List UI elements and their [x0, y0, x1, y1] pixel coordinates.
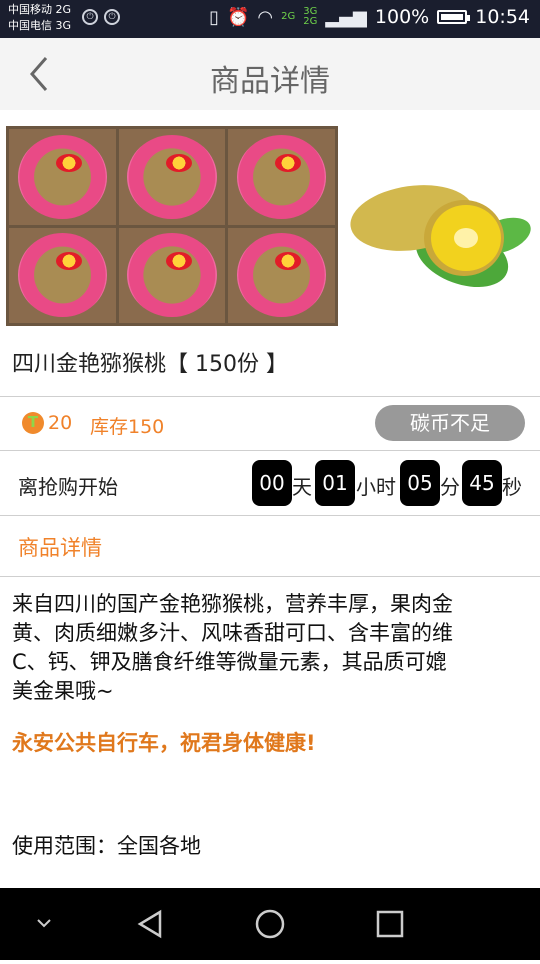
kiwi-cell — [228, 227, 335, 323]
countdown-minutes: 05 — [400, 460, 440, 506]
status-right: ▯ ⏰ ◠ 2G 3G 2G ▂▄▆ 100% 10:54 — [209, 6, 530, 28]
notification-icons: ⏻ ⏻ — [82, 9, 120, 25]
network-type-2: 3G 2G — [303, 7, 317, 27]
home-circle-icon[interactable] — [250, 888, 290, 960]
network-2g-label: 2G — [303, 16, 318, 27]
battery-icon — [437, 10, 471, 24]
kiwi-cell — [118, 227, 226, 323]
product-description: 来自四川的国产金艳猕猴桃，营养丰厚，果肉金 黄、肉质细嫩多汁、风味香甜可口、含丰… — [12, 590, 528, 706]
t-coin-icon — [22, 412, 44, 434]
product-stock: 库存150 — [90, 416, 165, 438]
carrier-info: 中国移动 2G 中国电信 3G — [8, 2, 71, 34]
carrier-2: 中国电信 3G — [8, 19, 72, 32]
description-line: 来自四川的国产金艳猕猴桃，营养丰厚，果肉金 — [12, 592, 453, 616]
product-price: 20 — [48, 412, 73, 434]
alarm-icon: ⏰ — [226, 6, 250, 28]
product-image-box[interactable] — [6, 126, 338, 326]
carrier-1: 中国移动 2G — [8, 3, 72, 16]
kiwi-cell — [118, 129, 226, 225]
divider — [0, 396, 540, 397]
countdown-second-unit: 秒 — [502, 475, 522, 499]
app-header: 商品详情 — [0, 38, 540, 110]
navigation-bar — [0, 888, 540, 960]
status-bar: 中国移动 2G 中国电信 3G ⏻ ⏻ ▯ ⏰ ◠ 2G 3G 2G ▂▄▆ 1… — [0, 0, 540, 38]
countdown-seconds: 45 — [462, 460, 502, 506]
countdown-hour-unit: 小时 — [356, 475, 396, 499]
notification-icon: ⏻ — [82, 9, 98, 25]
slogan-text: 永安公共自行车，祝君身体健康! — [12, 731, 316, 755]
product-image-kiwi[interactable] — [342, 126, 540, 326]
battery-percent: 100% — [374, 6, 430, 28]
divider — [0, 576, 540, 577]
vibrate-icon: ▯ — [209, 6, 219, 28]
description-line: 美金果哦~ — [12, 679, 114, 703]
countdown-days: 00 — [252, 460, 292, 506]
insufficient-carbon-button[interactable]: 碳币不足 — [375, 405, 525, 441]
description-line: 黄、肉质细嫩多汁、风味香甜可口、含丰富的维 — [12, 621, 453, 645]
clock: 10:54 — [475, 6, 530, 28]
details-section-title: 商品详情 — [18, 536, 102, 560]
countdown-day-unit: 天 — [292, 475, 312, 499]
recents-square-icon[interactable] — [370, 888, 410, 960]
kiwi-cell — [9, 129, 116, 225]
description-line: C、钙、钾及膳食纤维等微量元素，其品质可媲 — [12, 650, 447, 674]
divider — [0, 515, 540, 516]
countdown-minute-unit: 分 — [440, 475, 460, 499]
signal-icon: ▂▄▆ — [325, 6, 367, 28]
kiwi-cell — [228, 129, 335, 225]
countdown-hours: 01 — [315, 460, 355, 506]
back-triangle-icon[interactable] — [130, 888, 170, 960]
network-type-1: 2G — [281, 11, 296, 22]
page-title: 商品详情 — [210, 64, 330, 99]
wifi-icon: ◠ — [257, 6, 274, 28]
product-name: 四川金艳猕猴桃【 150份 】 — [12, 352, 288, 377]
notification-icon: ⏻ — [104, 9, 120, 25]
usage-scope: 使用范围：全国各地 — [12, 834, 201, 858]
chevron-down-icon[interactable] — [24, 888, 64, 960]
countdown-label: 离抢购开始 — [18, 475, 118, 499]
divider — [0, 450, 540, 451]
kiwi-cell — [9, 227, 116, 323]
